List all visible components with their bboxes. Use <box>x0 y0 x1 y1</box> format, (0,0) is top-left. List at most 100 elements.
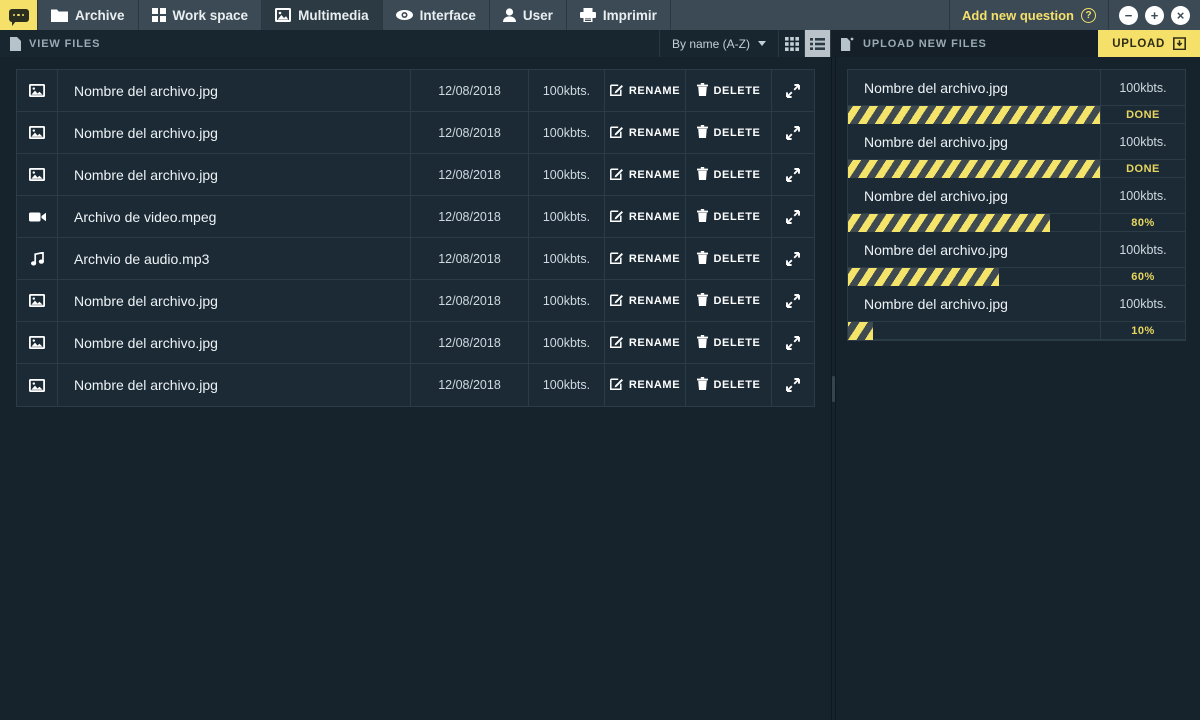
grid-view-button[interactable] <box>779 30 805 57</box>
table-row[interactable]: Nombre del archivo.jpg12/08/2018100kbts.… <box>17 154 814 196</box>
rename-label: RENAME <box>629 85 680 97</box>
expand-button[interactable] <box>772 112 814 153</box>
minimize-button[interactable]: − <box>1119 6 1138 25</box>
document-icon <box>10 37 21 51</box>
tab-interface[interactable]: Interface <box>383 0 490 30</box>
delete-label: DELETE <box>714 169 761 181</box>
sort-dropdown-value: By name (A-Z) <box>672 37 750 51</box>
view-files-label: VIEW FILES <box>29 38 100 50</box>
file-date-cell: 12/08/2018 <box>411 280 529 321</box>
list-icon <box>810 38 825 50</box>
upload-file-name: Nombre del archivo.jpg <box>848 178 1101 214</box>
window-controls: − + × <box>1109 0 1200 30</box>
expand-button[interactable] <box>772 196 814 237</box>
rename-button[interactable]: RENAME <box>605 70 686 111</box>
table-row[interactable]: Archvio de audio.mp312/08/2018100kbts.RE… <box>17 238 814 280</box>
file-size-cell: 100kbts. <box>529 196 605 237</box>
delete-icon <box>697 335 708 351</box>
expand-button[interactable] <box>772 280 814 321</box>
file-size-cell: 100kbts. <box>529 238 605 279</box>
expand-button[interactable] <box>772 154 814 195</box>
upload-progress-track <box>848 268 1101 286</box>
rename-label: RENAME <box>629 295 680 307</box>
tab-work-space[interactable]: Work space <box>139 0 263 30</box>
upload-button[interactable]: UPLOAD <box>1098 30 1200 57</box>
upload-queue-pane: Nombre del archivo.jpg100kbts.DONENombre… <box>836 57 1200 720</box>
file-name-cell: Nombre del archivo.jpg <box>58 322 411 363</box>
table-row[interactable]: Nombre del archivo.jpg12/08/2018100kbts.… <box>17 322 814 364</box>
rename-button[interactable]: RENAME <box>605 280 686 321</box>
upload-file-size: 100kbts. <box>1101 70 1185 106</box>
rename-button[interactable]: RENAME <box>605 322 686 363</box>
upload-status-badge: 10% <box>1101 322 1185 340</box>
file-name-cell: Nombre del archivo.jpg <box>58 280 411 321</box>
delete-label: DELETE <box>714 127 761 139</box>
tab-label: User <box>523 8 553 23</box>
upload-file-size: 100kbts. <box>1101 232 1185 268</box>
app-logo[interactable] <box>0 0 38 30</box>
table-row[interactable]: Nombre del archivo.jpg12/08/2018100kbts.… <box>17 364 814 406</box>
rename-icon <box>610 335 623 351</box>
tab-user[interactable]: User <box>490 0 567 30</box>
delete-button[interactable]: DELETE <box>686 364 772 406</box>
tab-multimedia[interactable]: Multimedia <box>262 0 383 30</box>
file-date-cell: 12/08/2018 <box>411 112 529 153</box>
expand-button[interactable] <box>772 364 814 406</box>
upload-progress-track <box>848 322 1101 340</box>
upload-progress-fill <box>848 160 1100 178</box>
upload-progress-track <box>848 214 1101 232</box>
upload-progress-fill <box>848 322 873 340</box>
expand-button[interactable] <box>772 238 814 279</box>
tab-imprimir[interactable]: Imprimir <box>567 0 671 30</box>
upload-progress-row: 80% <box>848 214 1185 232</box>
delete-button[interactable]: DELETE <box>686 70 772 111</box>
upload-progress-row: 60% <box>848 268 1185 286</box>
sort-dropdown[interactable]: By name (A-Z) <box>659 30 779 57</box>
table-row[interactable]: Archivo de video.mpeg12/08/2018100kbts.R… <box>17 196 814 238</box>
expand-button[interactable] <box>772 70 814 111</box>
delete-button[interactable]: DELETE <box>686 112 772 153</box>
tab-archive[interactable]: Archive <box>38 0 139 30</box>
main-body: Nombre del archivo.jpg12/08/2018100kbts.… <box>0 57 1200 720</box>
file-date-cell: 12/08/2018 <box>411 322 529 363</box>
image-file-icon <box>17 364 58 406</box>
file-size-cell: 100kbts. <box>529 364 605 406</box>
file-name-cell: Archvio de audio.mp3 <box>58 238 411 279</box>
list-view-button[interactable] <box>805 30 831 57</box>
delete-label: DELETE <box>714 211 761 223</box>
grid-icon <box>152 8 166 22</box>
table-row[interactable]: Nombre del archivo.jpg12/08/2018100kbts.… <box>17 280 814 322</box>
delete-button[interactable]: DELETE <box>686 196 772 237</box>
upload-item: Nombre del archivo.jpg100kbts. <box>848 124 1185 160</box>
file-date-cell: 12/08/2018 <box>411 154 529 195</box>
help-icon[interactable]: ? <box>1081 8 1096 23</box>
file-table: Nombre del archivo.jpg12/08/2018100kbts.… <box>16 69 815 407</box>
close-button[interactable]: × <box>1171 6 1190 25</box>
rename-label: RENAME <box>629 169 680 181</box>
upload-progress-fill <box>848 268 999 286</box>
file-name-cell: Nombre del archivo.jpg <box>58 364 411 406</box>
rename-button[interactable]: RENAME <box>605 196 686 237</box>
maximize-button[interactable]: + <box>1145 6 1164 25</box>
delete-button[interactable]: DELETE <box>686 322 772 363</box>
view-files-heading: VIEW FILES <box>0 37 100 51</box>
delete-label: DELETE <box>714 85 761 97</box>
rename-button[interactable]: RENAME <box>605 154 686 195</box>
rename-button[interactable]: RENAME <box>605 112 686 153</box>
top-tab-bar: ArchiveWork spaceMultimediaInterface User… <box>0 0 1200 30</box>
add-new-question-button[interactable]: Add new question ? <box>950 0 1109 30</box>
rename-button[interactable]: RENAME <box>605 238 686 279</box>
delete-label: DELETE <box>714 379 761 391</box>
folder-icon <box>51 8 68 22</box>
delete-button[interactable]: DELETE <box>686 238 772 279</box>
rename-label: RENAME <box>629 253 680 265</box>
rename-button[interactable]: RENAME <box>605 364 686 406</box>
delete-button[interactable]: DELETE <box>686 154 772 195</box>
upload-progress-fill <box>848 214 1050 232</box>
expand-button[interactable] <box>772 322 814 363</box>
file-date-cell: 12/08/2018 <box>411 196 529 237</box>
table-row[interactable]: Nombre del archivo.jpg12/08/2018100kbts.… <box>17 70 814 112</box>
table-row[interactable]: Nombre del archivo.jpg12/08/2018100kbts.… <box>17 112 814 154</box>
delete-button[interactable]: DELETE <box>686 280 772 321</box>
delete-icon <box>697 377 708 393</box>
